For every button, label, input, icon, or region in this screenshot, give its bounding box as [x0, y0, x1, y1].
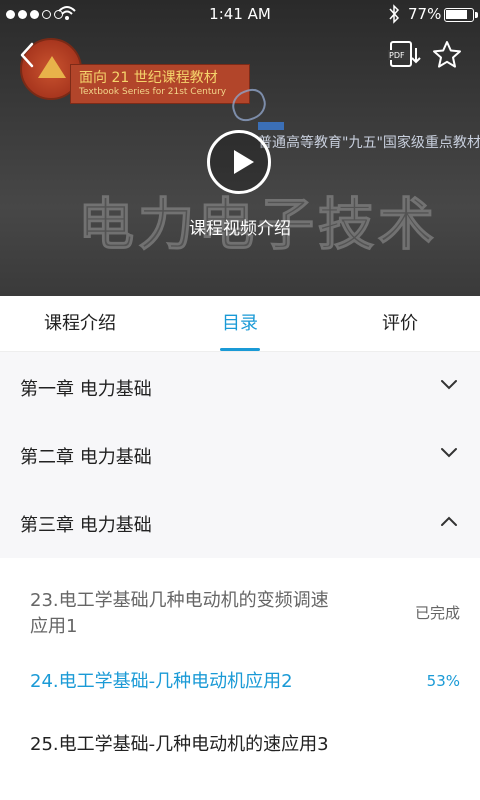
chevron-down-icon [441, 448, 457, 458]
lesson-item-25[interactable]: 25.电工学基础-几种电动机的速应用3 [30, 732, 329, 758]
series-banner: 面向 21 世纪课程教材 Textbook Series for 21st Ce… [70, 64, 250, 104]
lesson-list: 23.电工学基础几种电动机的变频调速 应用1 已完成 24.电工学基础-几种电动… [0, 558, 480, 800]
course-tabs: 课程介绍 目录 评价 [0, 296, 480, 352]
play-icon [234, 150, 254, 174]
lesson-title-line: 25.电工学基础-几种电动机的速应用3 [30, 734, 329, 755]
play-button[interactable] [207, 130, 271, 194]
banner-main-text: 面向 21 世纪课程教材 [79, 70, 218, 86]
tab-reviews[interactable]: 评价 [320, 296, 480, 352]
badge-text: 普通高等教育"九五"国家级重点教材 [258, 135, 480, 151]
lesson-item-24[interactable]: 24.电工学基础-几种电动机应用2 [30, 669, 293, 695]
chapter-label: 第二章 电力基础 [20, 447, 152, 468]
lesson-item-23[interactable]: 23.电工学基础几种电动机的变频调速 应用1 [30, 588, 329, 640]
svg-text:PDF: PDF [389, 51, 405, 60]
lesson-title-line: 24.电工学基础-几种电动机应用2 [30, 671, 293, 692]
chapter-label: 第三章 电力基础 [20, 515, 152, 536]
chapter-item-3[interactable]: 第三章 电力基础 [0, 488, 480, 556]
lesson-progress-percent: 53% [426, 672, 460, 690]
tab-course-intro[interactable]: 课程介绍 [0, 296, 160, 352]
bluetooth-icon [389, 4, 400, 24]
lesson-status-completed: 已完成 [414, 604, 460, 622]
book-cover-banner: 面向 21 世纪课程教材 Textbook Series for 21st Ce… [20, 38, 250, 108]
banner-sub-text: Textbook Series for 21st Century [79, 87, 227, 97]
chevron-down-icon [441, 380, 457, 390]
badge-marker [258, 122, 284, 130]
active-tab-indicator [220, 348, 260, 351]
favorite-star-icon[interactable] [432, 40, 462, 70]
chapter-label: 第一章 电力基础 [20, 379, 152, 400]
chapter-list: 第一章 电力基础 第二章 电力基础 第三章 电力基础 [0, 352, 480, 558]
battery-icon [444, 8, 478, 22]
tab-catalog[interactable]: 目录 [160, 296, 320, 352]
video-caption: 课程视频介绍 [189, 219, 291, 239]
chapter-item-1[interactable]: 第一章 电力基础 [0, 352, 480, 420]
lesson-title-line: 应用1 [30, 616, 78, 637]
pdf-download-icon[interactable]: PDF [388, 40, 422, 70]
chapter-item-2[interactable]: 第二章 电力基础 [0, 420, 480, 488]
lesson-title-line: 23.电工学基础几种电动机的变频调速 [30, 590, 329, 611]
status-bar: 1:41 AM 77% [0, 0, 480, 30]
chevron-up-icon [441, 516, 457, 526]
back-icon[interactable] [14, 40, 44, 70]
battery-percent: 77% [408, 5, 442, 23]
